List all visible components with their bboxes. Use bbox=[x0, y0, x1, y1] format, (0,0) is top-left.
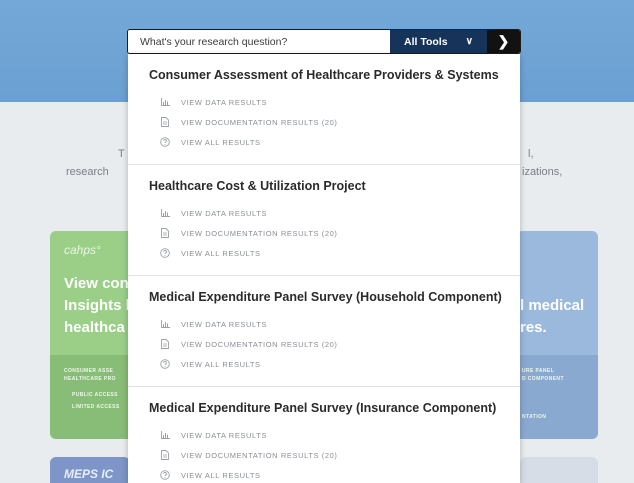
view-data-results-link[interactable]: VIEW DATA RESULTS bbox=[160, 319, 267, 329]
card-title-line: res. bbox=[520, 319, 547, 336]
bar-chart-icon bbox=[160, 208, 170, 218]
card-footer: URE PANEL D COMPONENT NTATION bbox=[516, 355, 598, 439]
result-group: Medical Expenditure Panel Survey (Insura… bbox=[128, 387, 520, 483]
view-all-results-link[interactable]: VIEW ALL RESULTS bbox=[160, 248, 261, 258]
result-group: Consumer Assessment of Healthcare Provid… bbox=[128, 54, 520, 165]
link-label: VIEW ALL RESULTS bbox=[181, 359, 261, 369]
chevron-down-icon: ∨ bbox=[465, 36, 473, 47]
view-data-results-link[interactable]: VIEW DATA RESULTS bbox=[160, 430, 267, 440]
search-submit-button[interactable]: ❯ bbox=[487, 30, 520, 53]
result-group: Healthcare Cost & Utilization Project VI… bbox=[128, 165, 520, 276]
help-circle-icon bbox=[160, 470, 170, 480]
bar-chart-icon bbox=[160, 319, 170, 329]
document-icon bbox=[160, 228, 170, 238]
card-footer-text: CONSUMER ASSE bbox=[64, 368, 114, 374]
result-group: Medical Expenditure Panel Survey (Househ… bbox=[128, 276, 520, 387]
result-group-title[interactable]: Healthcare Cost & Utilization Project bbox=[149, 179, 366, 193]
link-label: VIEW ALL RESULTS bbox=[181, 470, 261, 480]
link-label: VIEW DOCUMENTATION RESULTS (20) bbox=[181, 450, 338, 460]
card-footer-text: HEALTHCARE PRO bbox=[64, 376, 116, 382]
help-circle-icon bbox=[160, 248, 170, 258]
search-results-dropdown: Consumer Assessment of Healthcare Provid… bbox=[128, 54, 520, 483]
view-documentation-results-link[interactable]: VIEW DOCUMENTATION RESULTS (20) bbox=[160, 228, 338, 238]
bar-chart-icon bbox=[160, 430, 170, 440]
meps-ic-card[interactable]: MEPS IC bbox=[50, 457, 130, 483]
tools-select-label: All Tools bbox=[404, 35, 448, 48]
view-documentation-results-link[interactable]: VIEW DOCUMENTATION RESULTS (20) bbox=[160, 117, 338, 127]
link-label: VIEW DATA RESULTS bbox=[181, 319, 268, 329]
view-data-results-link[interactable]: VIEW DATA RESULTS bbox=[160, 97, 267, 107]
view-all-results-link[interactable]: VIEW ALL RESULTS bbox=[160, 359, 261, 369]
result-group-title[interactable]: Medical Expenditure Panel Survey (Insura… bbox=[149, 401, 496, 415]
card-title-line: healthca bbox=[64, 319, 125, 336]
link-label: VIEW ALL RESULTS bbox=[181, 137, 261, 147]
card-footer-text: PUBLIC ACCESS bbox=[72, 392, 118, 398]
background-text: l, bbox=[528, 148, 534, 160]
background-text: T bbox=[118, 148, 125, 160]
background-text: research bbox=[66, 166, 109, 178]
chevron-right-icon: ❯ bbox=[497, 33, 510, 49]
card-title-line: l medical bbox=[520, 297, 585, 314]
link-label: VIEW DATA RESULTS bbox=[181, 430, 268, 440]
view-all-results-link[interactable]: VIEW ALL RESULTS bbox=[160, 137, 261, 147]
background-text: izations, bbox=[522, 166, 563, 178]
bar-chart-icon bbox=[160, 97, 170, 107]
card-footer-text: LIMITED ACCESS bbox=[72, 404, 120, 410]
tools-select[interactable]: All Tools ∨ bbox=[390, 30, 487, 53]
help-circle-icon bbox=[160, 359, 170, 369]
link-label: VIEW DOCUMENTATION RESULTS (20) bbox=[181, 228, 338, 238]
link-label: VIEW DOCUMENTATION RESULTS (20) bbox=[181, 339, 338, 349]
meps-ic-logo: MEPS IC bbox=[64, 467, 114, 481]
document-icon bbox=[160, 117, 170, 127]
card-footer-text: URE PANEL bbox=[522, 368, 555, 374]
result-group-title[interactable]: Medical Expenditure Panel Survey (Househ… bbox=[149, 290, 502, 304]
link-label: VIEW DATA RESULTS bbox=[181, 97, 268, 107]
view-all-results-link[interactable]: VIEW ALL RESULTS bbox=[160, 470, 261, 480]
link-label: VIEW DATA RESULTS bbox=[181, 208, 268, 218]
view-documentation-results-link[interactable]: VIEW DOCUMENTATION RESULTS (20) bbox=[160, 339, 338, 349]
view-documentation-results-link[interactable]: VIEW DOCUMENTATION RESULTS (20) bbox=[160, 450, 338, 460]
result-group-title[interactable]: Consumer Assessment of Healthcare Provid… bbox=[149, 68, 499, 82]
search-bar: All Tools ∨ ❯ bbox=[127, 29, 521, 54]
card-footer-text: D COMPONENT bbox=[522, 376, 564, 382]
help-circle-icon bbox=[160, 137, 170, 147]
link-label: VIEW ALL RESULTS bbox=[181, 248, 261, 258]
view-data-results-link[interactable]: VIEW DATA RESULTS bbox=[160, 208, 267, 218]
meps-card[interactable]: l medical res. URE PANEL D COMPONENT NTA… bbox=[516, 231, 598, 439]
cahps-logo: cahps° bbox=[64, 243, 101, 257]
search-input[interactable] bbox=[128, 30, 390, 53]
card-title-line: View con bbox=[64, 275, 129, 292]
bottom-right-card[interactable] bbox=[520, 457, 598, 483]
document-icon bbox=[160, 339, 170, 349]
document-icon bbox=[160, 450, 170, 460]
card-title-line: Insights l bbox=[64, 297, 130, 314]
link-label: VIEW DOCUMENTATION RESULTS (20) bbox=[181, 117, 338, 127]
card-footer-text: NTATION bbox=[522, 414, 547, 420]
